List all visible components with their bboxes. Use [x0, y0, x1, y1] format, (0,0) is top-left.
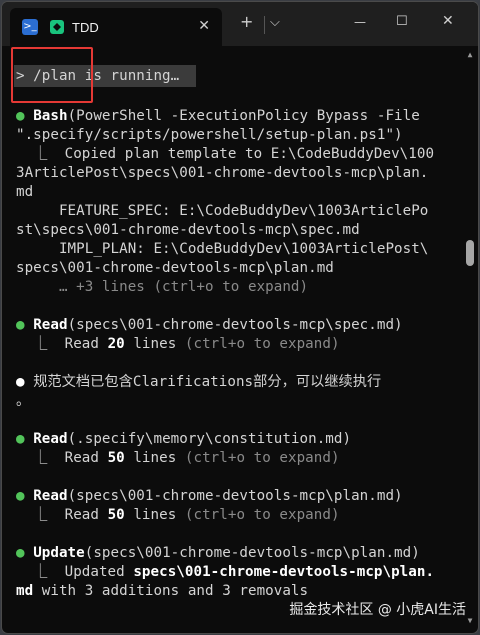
chevron-down-icon[interactable]: ⌵: [270, 15, 280, 30]
tool-args: (specs\001-chrome-devtools-mcp\plan.md): [67, 488, 403, 504]
tab-tdd[interactable]: >_ TDD ✕: [10, 8, 222, 46]
title-bar: >_ TDD ✕ + ⌵ — ☐ ✕: [2, 2, 478, 46]
output-line: ⎿ Copied plan template to E:\CodeBuddyDe…: [16, 146, 435, 162]
read-result-line: ⎿ Read 20 lines (ctrl+o to expand): [16, 335, 340, 354]
maximize-button[interactable]: ☐: [396, 14, 408, 29]
red-annotation-box: [11, 47, 93, 103]
tab-close-icon[interactable]: ✕: [198, 18, 210, 34]
read-result-line: ⎿ Read 50 lines (ctrl+o to expand): [16, 449, 340, 468]
update-prefix: ⎿ Updated: [16, 564, 134, 580]
bash-tool-line: ● Bash(PowerShell -ExecutionPolicy Bypas…: [16, 107, 420, 126]
tool-name: Read: [33, 431, 68, 447]
assistant-message: ● 规范文档已包含Clarifications部分，可以继续执行: [16, 373, 381, 392]
tool-name: Read: [33, 317, 68, 333]
output-line: IMPL_PLAN: E:\CodeBuddyDev\1003ArticlePo…: [16, 241, 429, 257]
tab-title: TDD: [72, 19, 99, 35]
output-line: st\specs\001-chrome-devtools-mcp\spec.md: [16, 222, 360, 238]
read-count: 50: [107, 450, 125, 466]
update-result-line: ⎿ Updated specs\001-chrome-devtools-mcp\…: [16, 563, 434, 582]
read-tool-line: ● Read(.specify\memory\constitution.md): [16, 430, 351, 449]
read-suffix: lines: [124, 336, 177, 352]
expand-hint: … +3 lines (ctrl+o to expand): [16, 279, 309, 295]
tool-args: (PowerShell -ExecutionPolicy Bypass -Fil…: [67, 108, 420, 124]
tool-args: (specs\001-chrome-devtools-mcp\spec.md): [67, 317, 403, 333]
scroll-down-arrow-icon[interactable]: ▼: [466, 616, 474, 625]
output-line: md: [16, 184, 34, 200]
minimize-button[interactable]: —: [354, 15, 366, 29]
update-result-cont: md with 3 additions and 3 removals: [16, 582, 308, 601]
close-window-button[interactable]: ✕: [442, 13, 454, 29]
message-bullet-icon: ●: [16, 374, 25, 390]
output-line: FEATURE_SPEC: E:\CodeBuddyDev\1003Articl…: [16, 203, 429, 219]
read-prefix: ⎿ Read: [16, 450, 108, 466]
read-tool-line: ● Read(specs\001-chrome-devtools-mcp\spe…: [16, 316, 403, 335]
status-bullet-icon: ●: [16, 488, 25, 504]
assistant-message-cont: 。: [16, 393, 31, 409]
read-result-line: ⎿ Read 50 lines (ctrl+o to expand): [16, 506, 340, 525]
update-summary: with 3 additions and 3 removals: [33, 583, 309, 599]
tool-args: (.specify\memory\constitution.md): [67, 431, 352, 447]
scrollbar-thumb[interactable]: [466, 240, 474, 266]
status-bullet-icon: ●: [16, 317, 25, 333]
watermark: 掘金技术社区 @ 小虎AI生活: [289, 602, 466, 618]
expand-hint: (ctrl+o to expand): [176, 336, 340, 352]
bash-args-cont: ".specify/scripts/powershell/setup-plan.…: [16, 127, 403, 143]
status-bullet-icon: ●: [16, 431, 25, 447]
status-bullet-icon: ●: [16, 545, 25, 561]
read-count: 50: [107, 507, 125, 523]
message-text: 规范文档已包含Clarifications部分，可以继续执行: [33, 374, 382, 390]
output-line: 3ArticlePost\specs\001-chrome-devtools-m…: [16, 165, 429, 181]
titlebar-divider: [264, 16, 265, 34]
read-suffix: lines: [124, 450, 177, 466]
tool-name: Read: [33, 488, 68, 504]
read-suffix: lines: [124, 507, 177, 523]
read-tool-line: ● Read(specs\001-chrome-devtools-mcp\pla…: [16, 487, 403, 506]
output-line: specs\001-chrome-devtools-mcp\plan.md: [16, 260, 334, 276]
updated-path: specs\001-chrome-devtools-mcp\plan.: [133, 564, 435, 580]
read-prefix: ⎿ Read: [16, 336, 108, 352]
status-bullet-icon: ●: [16, 108, 25, 124]
scroll-up-arrow-icon[interactable]: ▲: [466, 50, 474, 59]
read-count: 20: [107, 336, 125, 352]
read-prefix: ⎿ Read: [16, 507, 108, 523]
updated-path-cont: md: [16, 583, 34, 599]
vertical-scrollbar[interactable]: ▲ ▼: [466, 50, 474, 625]
expand-hint: (ctrl+o to expand): [176, 450, 340, 466]
expand-hint: (ctrl+o to expand): [176, 507, 340, 523]
new-tab-button[interactable]: +: [240, 12, 253, 31]
terminal-icon: >_: [22, 19, 38, 35]
tdd-app-icon: [50, 20, 64, 34]
tool-name: Bash: [33, 108, 68, 124]
update-tool-line: ● Update(specs\001-chrome-devtools-mcp\p…: [16, 544, 420, 563]
tool-args: (specs\001-chrome-devtools-mcp\plan.md): [84, 545, 420, 561]
tool-name: Update: [33, 545, 85, 561]
